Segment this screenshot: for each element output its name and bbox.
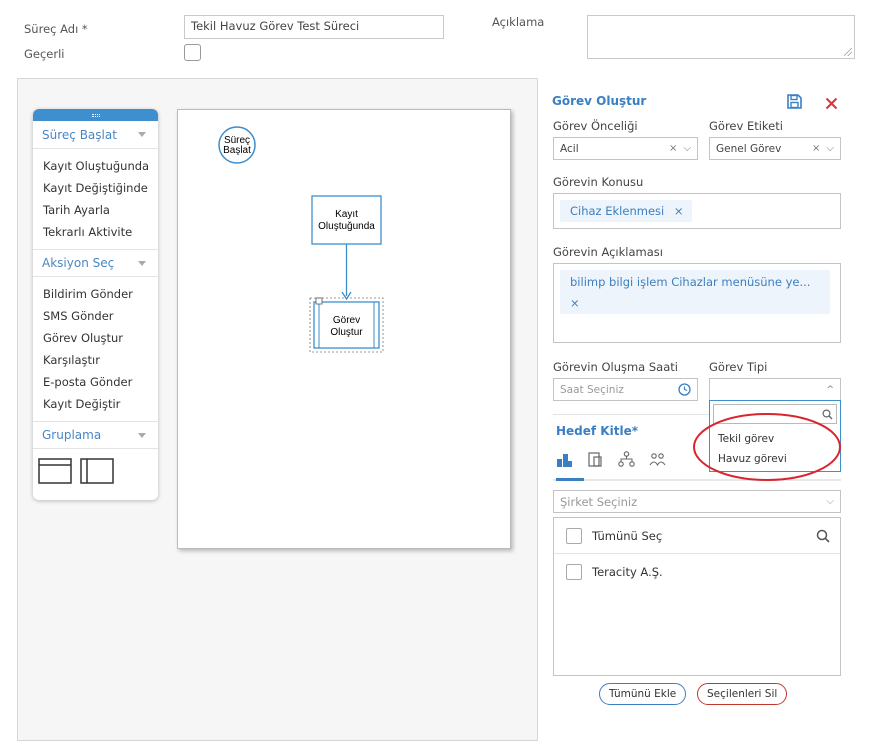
company-placeholder: Şirket Seçiniz xyxy=(560,494,638,509)
select-all-label: Tümünü Seç xyxy=(592,528,663,543)
palette-section-start[interactable]: Süreç Başlat xyxy=(33,121,158,149)
palette-drag-handle[interactable] xyxy=(33,109,158,121)
start-node[interactable]: Süreç Başlat xyxy=(218,126,256,164)
section-label: Gruplama xyxy=(42,428,102,442)
trigger-node[interactable]: Kayıt Oluştuğunda xyxy=(311,195,382,245)
chevron-down-icon[interactable]: ⌵ xyxy=(826,496,834,507)
chevron-up-icon[interactable]: ^ xyxy=(826,385,834,395)
subject-field[interactable]: Cihaz Eklenmesi × xyxy=(553,193,841,229)
select-all-checkbox[interactable] xyxy=(566,527,582,544)
clock-icon[interactable] xyxy=(678,383,691,396)
tag-value: Genel Görev xyxy=(716,142,782,155)
valid-label: Geçerli xyxy=(24,47,65,61)
task-node-line2: Oluştur xyxy=(330,327,363,338)
diagram-canvas[interactable]: Süreç Başlat Kayıt Oluştuğunda Görev Olu… xyxy=(177,109,511,549)
desc-chip-text: bilimp bilgi işlem Cihazlar menüsüne ye.… xyxy=(570,275,811,289)
chevron-down-icon[interactable]: ⌵ xyxy=(683,143,691,154)
trigger-node-line1: Kayıt xyxy=(335,209,358,220)
add-all-button[interactable]: Tümünü Ekle xyxy=(599,683,687,705)
palette-item[interactable]: Tekrarlı Aktivite xyxy=(43,221,158,243)
palette-item[interactable]: Karşılaştır xyxy=(43,349,158,371)
desc-label: Görevin Açıklaması xyxy=(553,245,663,259)
remove-chip-icon[interactable]: × xyxy=(570,295,820,312)
company-list: Tümünü Seç Teracity A.Ş. xyxy=(553,517,841,676)
palette-item[interactable]: SMS Gönder xyxy=(43,305,158,327)
palette-item[interactable]: E-posta Gönder xyxy=(43,371,158,393)
chevron-down-icon[interactable]: ⌵ xyxy=(826,143,834,154)
section-label: Süreç Başlat xyxy=(42,127,117,142)
tag-select[interactable]: Genel Görev × ⌵ xyxy=(709,137,841,160)
highlight-ellipse xyxy=(693,413,841,481)
type-select[interactable]: ^ xyxy=(709,378,841,401)
chevron-down-icon xyxy=(138,432,146,438)
process-name-input[interactable]: Tekil Havuz Görev Test Süreci xyxy=(184,15,444,39)
palette-section-grouping[interactable]: Gruplama xyxy=(33,421,158,449)
trigger-node-line2: Oluştuğunda xyxy=(318,221,375,232)
palette-item[interactable]: Kayıt Değiştiğinde xyxy=(43,177,158,199)
description-label: Açıklama xyxy=(492,15,545,29)
flow-connector[interactable] xyxy=(341,244,352,301)
remove-chip-icon[interactable]: × xyxy=(674,204,684,218)
section-label: Aksiyon Seç xyxy=(42,256,115,270)
clear-icon[interactable]: × xyxy=(812,143,820,154)
panel-title: Görev Oluştur xyxy=(552,94,647,108)
palette-item[interactable]: Kayıt Oluştuğunda xyxy=(43,155,158,177)
subject-chip: Cihaz Eklenmesi × xyxy=(560,200,692,222)
time-placeholder: Saat Seçiniz xyxy=(560,383,624,396)
select-all-row[interactable]: Tümünü Seç xyxy=(554,518,840,554)
chevron-down-icon xyxy=(138,132,146,137)
type-label: Görev Tipi xyxy=(709,360,768,374)
subject-label: Görevin Konusu xyxy=(553,175,644,189)
company-icon[interactable] xyxy=(556,451,573,468)
save-icon[interactable] xyxy=(786,93,803,110)
time-label: Görevin Oluşma Saati xyxy=(553,360,678,374)
priority-label: Görev Önceliği xyxy=(553,119,638,133)
palette-section-action[interactable]: Aksiyon Seç xyxy=(33,249,158,277)
resize-handle[interactable] xyxy=(315,297,323,305)
audience-label: Hedef Kitle* xyxy=(556,424,638,438)
company-select[interactable]: Şirket Seçiniz ⌵ xyxy=(553,490,841,513)
subject-chip-text: Cihaz Eklenmesi xyxy=(570,204,665,218)
search-icon[interactable] xyxy=(816,529,830,543)
active-tab-indicator xyxy=(556,478,584,481)
time-input[interactable]: Saat Seçiniz xyxy=(553,378,698,401)
item-checkbox[interactable] xyxy=(566,564,582,580)
palette-item[interactable]: Tarih Ayarla xyxy=(43,199,158,221)
list-item[interactable]: Teracity A.Ş. xyxy=(554,554,840,590)
horizontal-pool-icon[interactable] xyxy=(38,458,72,484)
item-label: Teracity A.Ş. xyxy=(592,565,663,579)
desc-field[interactable]: bilimp bilgi işlem Cihazlar menüsüne ye.… xyxy=(553,263,841,343)
tool-palette: Süreç Başlat Kayıt Oluştuğunda Kayıt Değ… xyxy=(33,109,158,500)
process-name-label: Süreç Adı * xyxy=(24,22,88,36)
department-icon[interactable] xyxy=(587,451,604,468)
task-node-line1: Görev xyxy=(333,315,360,326)
group-icon[interactable] xyxy=(649,451,666,468)
description-textarea[interactable] xyxy=(587,15,855,59)
tag-label: Görev Etiketi xyxy=(709,119,783,133)
valid-checkbox[interactable] xyxy=(184,44,201,61)
palette-item[interactable]: Görev Oluştur xyxy=(43,327,158,349)
start-node-line2: Başlat xyxy=(223,145,251,156)
hierarchy-icon[interactable] xyxy=(618,451,635,468)
vertical-pool-icon[interactable] xyxy=(80,458,114,484)
clear-icon[interactable]: × xyxy=(669,143,677,154)
resize-grip-icon[interactable] xyxy=(844,48,852,56)
palette-item[interactable]: Kayıt Değiştir xyxy=(43,393,158,415)
task-node-selected[interactable]: Görev Oluştur xyxy=(309,297,384,353)
chevron-down-icon xyxy=(138,260,146,266)
desc-chip: bilimp bilgi işlem Cihazlar menüsüne ye.… xyxy=(560,270,830,314)
priority-value: Acil xyxy=(560,142,579,155)
delete-selected-button[interactable]: Seçilenleri Sil xyxy=(697,683,788,705)
palette-item[interactable]: Bildirim Gönder xyxy=(43,283,158,305)
priority-select[interactable]: Acil × ⌵ xyxy=(553,137,698,160)
close-icon[interactable] xyxy=(825,97,838,110)
